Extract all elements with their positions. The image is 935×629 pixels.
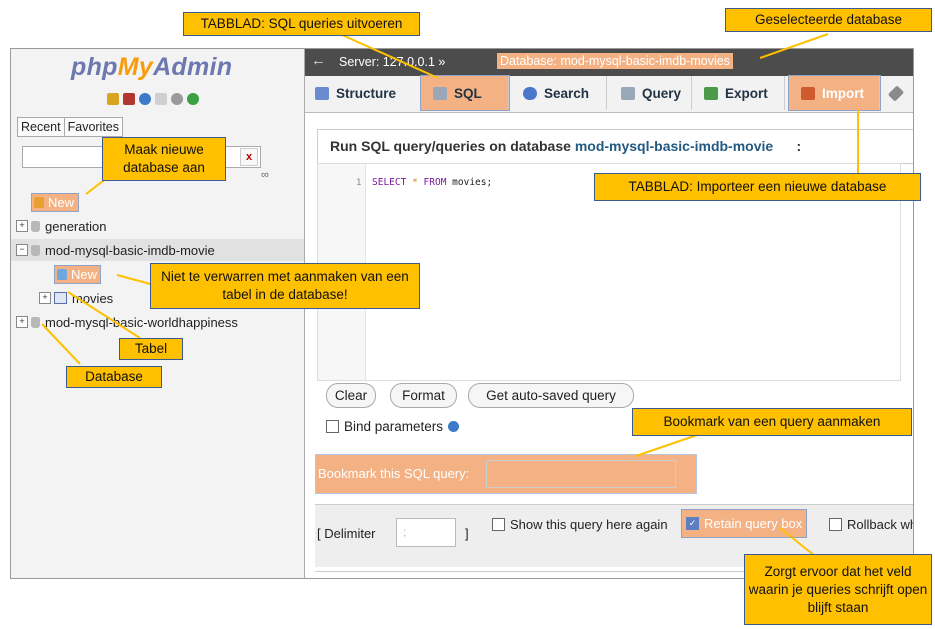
callout-import-tab: TABBLAD: Importeer een nieuwe database [594, 173, 921, 201]
arrow-bookmark [635, 433, 701, 457]
callout-bookmark: Bookmark van een query aanmaken [632, 408, 912, 436]
callout-not-a-table: Niet te verwarren met aanmaken van een t… [150, 263, 420, 309]
arrow-sql-tab [339, 33, 439, 79]
arrow-not-table [116, 274, 155, 286]
callout-new-database: Maak nieuwe database aan [102, 137, 226, 181]
callout-selected-database: Geselecteerde database [725, 8, 932, 32]
arrow-selected-db [759, 33, 829, 59]
arrow-tabel [67, 291, 141, 339]
callout-database: Database [66, 366, 162, 388]
callout-retain-query-box: Zorgt ervoor dat het veld waarin je quer… [744, 554, 932, 625]
annotation-arrows [41, 33, 859, 561]
callout-sql-tab: TABBLAD: SQL queries uitvoeren [183, 12, 420, 36]
callout-table: Tabel [119, 338, 183, 360]
arrow-database [41, 323, 81, 365]
